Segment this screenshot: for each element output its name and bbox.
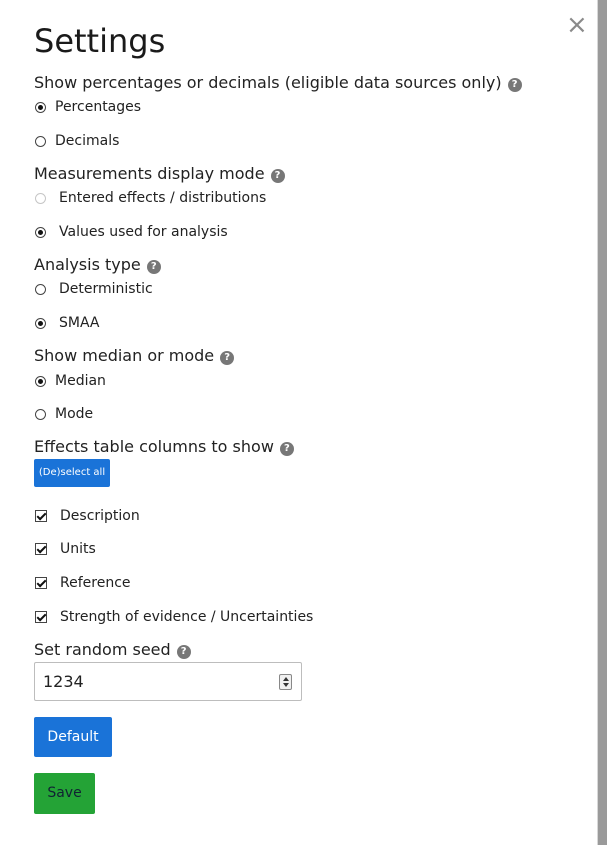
checkbox-description-label: Description (60, 508, 140, 524)
checkbox-strength-of-evidence-label: Strength of evidence / Uncertainties (60, 609, 314, 625)
percentages-section-label: Show percentages or decimals (eligible d… (34, 73, 522, 93)
checkbox-strength-of-evidence[interactable]: Strength of evidence / Uncertainties (34, 607, 313, 627)
checkbox-reference-control[interactable] (35, 577, 47, 589)
radio-smaa[interactable]: SMAA (34, 313, 100, 333)
radio-median[interactable]: Median (34, 371, 106, 391)
settings-modal: × Settings Show percentages or decimals … (0, 0, 598, 845)
radio-mode-label: Mode (55, 406, 94, 422)
radio-deterministic-label: Deterministic (59, 281, 153, 297)
radio-deterministic-control[interactable] (35, 283, 46, 295)
checkbox-units-label: Units (60, 541, 96, 557)
radio-decimals-label: Decimals (55, 133, 120, 149)
checkbox-reference-label: Reference (60, 575, 131, 591)
spinner-down-icon[interactable] (283, 683, 289, 687)
help-icon[interactable]: ? (279, 442, 294, 456)
radio-percentages-label: Percentages (55, 99, 142, 115)
median-mode-label: Show median or mode (34, 346, 215, 365)
save-button[interactable]: Save (34, 773, 95, 814)
columns-label: Effects table columns to show (34, 437, 274, 456)
measurements-section-label: Measurements display mode? (34, 164, 285, 184)
default-button[interactable]: Default (34, 717, 112, 757)
spinner-up-icon[interactable] (283, 677, 289, 681)
radio-decimals-control[interactable] (35, 135, 46, 147)
close-icon[interactable]: × (566, 12, 588, 38)
radio-entered-effects: Entered effects / distributions (34, 188, 266, 208)
radio-mode-control[interactable] (35, 408, 46, 420)
median-mode-section-label: Show median or mode? (34, 346, 235, 366)
help-icon[interactable]: ? (270, 169, 285, 183)
checkbox-units-control[interactable] (35, 543, 47, 555)
radio-percentages-control[interactable] (35, 101, 46, 113)
help-icon[interactable]: ? (220, 351, 235, 365)
analysis-label: Analysis type (34, 255, 141, 274)
radio-values-analysis-control[interactable] (35, 226, 46, 238)
checkbox-description-control[interactable] (35, 510, 47, 522)
radio-deterministic[interactable]: Deterministic (34, 279, 153, 299)
measurements-label: Measurements display mode (34, 164, 265, 183)
modal-backdrop[interactable] (598, 0, 607, 845)
radio-entered-effects-label: Entered effects / distributions (59, 190, 267, 206)
radio-median-control[interactable] (35, 375, 46, 387)
checkbox-units[interactable]: Units (34, 539, 96, 559)
radio-smaa-control[interactable] (35, 317, 46, 329)
radio-values-analysis-label: Values used for analysis (59, 224, 228, 240)
help-icon[interactable]: ? (146, 260, 161, 274)
seed-section-label: Set random seed? (34, 640, 191, 660)
seed-spinner[interactable] (279, 674, 292, 690)
checkbox-reference[interactable]: Reference (34, 573, 131, 593)
radio-values-analysis[interactable]: Values used for analysis (34, 222, 228, 242)
analysis-section-label: Analysis type? (34, 255, 161, 275)
radio-decimals[interactable]: Decimals (34, 131, 119, 151)
deselect-all-button[interactable]: (De)select all (34, 459, 110, 487)
percentages-label: Show percentages or decimals (eligible d… (34, 73, 502, 92)
checkbox-description[interactable]: Description (34, 506, 140, 526)
page-title: Settings (34, 22, 166, 60)
radio-entered-effects-control (35, 192, 46, 204)
help-icon[interactable]: ? (507, 78, 522, 92)
help-icon[interactable]: ? (176, 645, 191, 659)
checkbox-strength-of-evidence-control[interactable] (35, 611, 47, 623)
random-seed-input[interactable]: 1234 (34, 662, 302, 701)
radio-smaa-label: SMAA (59, 315, 100, 331)
seed-label: Set random seed (34, 640, 171, 659)
radio-mode[interactable]: Mode (34, 404, 93, 424)
columns-section-label: Effects table columns to show? (34, 437, 294, 457)
radio-median-label: Median (55, 373, 106, 389)
radio-percentages[interactable]: Percentages (34, 97, 141, 117)
random-seed-value: 1234 (43, 672, 84, 691)
